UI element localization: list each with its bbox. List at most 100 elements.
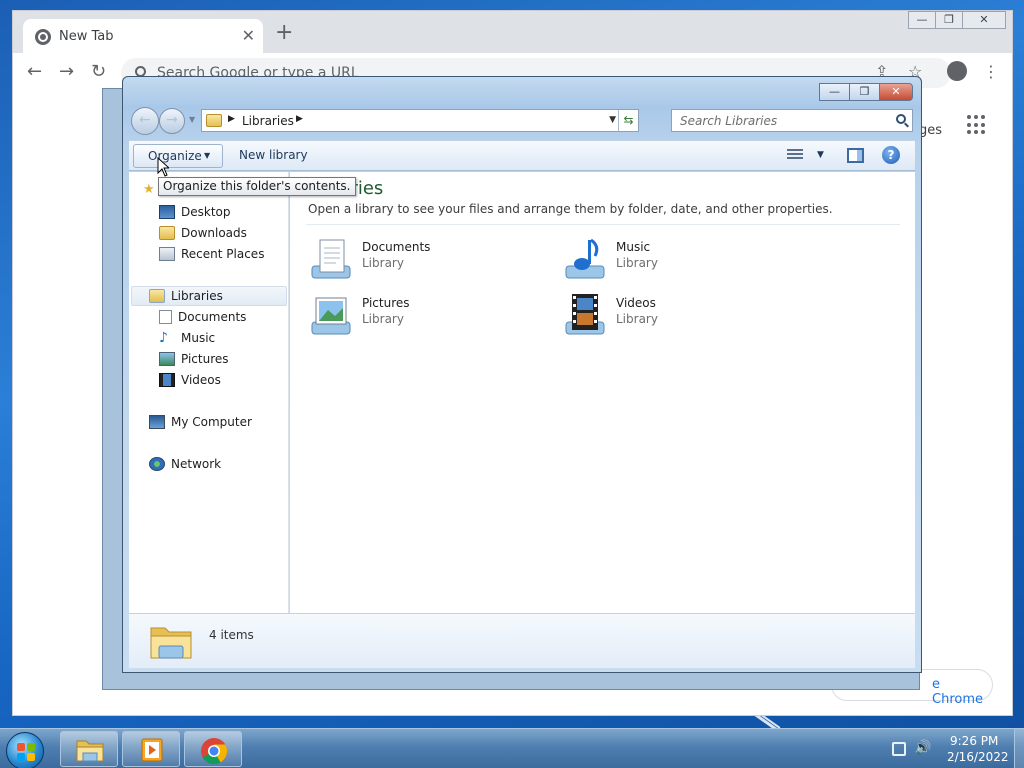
recent-places-icon <box>159 247 175 261</box>
nav-item-label: Downloads <box>181 226 247 240</box>
nav-item-desktop[interactable]: Desktop <box>159 202 231 222</box>
refresh-icon[interactable]: ⇆ <box>618 110 638 131</box>
nav-item-network[interactable]: Network <box>149 454 221 474</box>
view-options-chevron-icon[interactable]: ▼ <box>817 150 824 160</box>
pictures-icon <box>159 352 175 366</box>
search-libraries-input[interactable]: Search Libraries <box>671 109 913 132</box>
explorer-maximize-button[interactable]: ❐ <box>849 83 880 101</box>
forward-icon[interactable]: → <box>59 61 74 82</box>
libraries-folder-icon <box>206 114 222 127</box>
tab-title: New Tab <box>59 29 114 44</box>
nav-item-my-computer[interactable]: My Computer <box>149 412 252 432</box>
library-item-documents[interactable]: Documents Library <box>308 234 548 284</box>
taskbar-media-player[interactable] <box>122 731 180 767</box>
nav-item-downloads[interactable]: Downloads <box>159 223 247 243</box>
library-name: Pictures <box>362 296 410 310</box>
nav-item-videos[interactable]: Videos <box>159 370 221 390</box>
desktop-icon <box>159 205 175 219</box>
address-dropdown-icon[interactable]: ▼ <box>609 115 616 125</box>
library-type: Library <box>362 312 404 326</box>
media-player-icon <box>138 737 166 763</box>
music-icon: ♪ <box>159 330 168 346</box>
customize-chrome-label: e Chrome <box>932 677 983 707</box>
library-item-videos[interactable]: Videos Library <box>562 290 802 340</box>
nav-item-documents[interactable]: Documents <box>159 307 246 327</box>
library-description: Open a library to see your files and arr… <box>308 202 833 216</box>
search-icon[interactable] <box>896 114 906 124</box>
library-type: Library <box>362 256 404 270</box>
library-name: Videos <box>616 296 656 310</box>
explorer-window: — ❐ ✕ ▼ ▶ Libraries ▶ ▼ ⇆ Search Librari… <box>122 76 922 673</box>
chrome-close-button[interactable]: ✕ <box>962 11 1006 29</box>
show-desktop-button[interactable] <box>1014 729 1024 768</box>
volume-icon[interactable]: 🔊 <box>914 740 931 756</box>
documents-library-icon <box>308 236 354 282</box>
preview-pane-icon[interactable] <box>847 148 864 163</box>
taskbar-windows-explorer[interactable] <box>60 731 118 767</box>
taskbar: 🔊 9:26 PM 2/16/2022 <box>0 728 1024 768</box>
breadcrumb-separator-icon[interactable]: ▶ <box>228 114 235 124</box>
chrome-favicon-icon <box>35 29 51 45</box>
documents-icon <box>159 310 172 324</box>
nav-item-recent-places[interactable]: Recent Places <box>159 244 264 264</box>
breadcrumb-separator-icon[interactable]: ▶ <box>296 114 303 124</box>
images-link[interactable]: ges <box>919 123 942 138</box>
navigation-pane: ★ Desktop Downloads Recent Places Librar… <box>129 172 289 613</box>
command-bar: Organize ▼ New library ▼ ? <box>129 140 915 171</box>
chrome-restore-button[interactable]: ❐ <box>935 11 963 29</box>
back-icon[interactable]: ← <box>27 61 42 82</box>
library-item-music[interactable]: Music Library <box>562 234 802 284</box>
chrome-window-controls: — ❐ ✕ <box>908 11 1006 29</box>
recent-pages-chevron-icon[interactable]: ▼ <box>189 115 195 124</box>
nav-item-label: Pictures <box>181 352 229 366</box>
nav-item-label: Documents <box>178 310 247 324</box>
nav-item-libraries[interactable]: Libraries <box>149 286 223 306</box>
new-library-button[interactable]: New library <box>239 148 308 162</box>
network-status-icon[interactable] <box>892 742 906 756</box>
library-type: Library <box>616 312 658 326</box>
chevron-down-icon: ▼ <box>204 151 211 160</box>
favorites-star-icon[interactable]: ★ <box>143 182 155 197</box>
chrome-menu-icon[interactable]: ⋮ <box>983 62 999 81</box>
address-bar[interactable]: ▶ Libraries ▶ ▼ ⇆ <box>201 109 639 132</box>
taskbar-google-chrome[interactable] <box>184 731 242 767</box>
music-library-icon <box>562 236 608 282</box>
back-button[interactable] <box>131 107 159 135</box>
breadcrumb-libraries[interactable]: Libraries <box>242 114 294 128</box>
details-pane: 4 items <box>129 613 915 668</box>
google-apps-icon[interactable] <box>967 115 987 135</box>
nav-item-label: Videos <box>181 373 221 387</box>
organize-tooltip: Organize this folder's contents. <box>158 177 356 196</box>
library-type: Library <box>616 256 658 270</box>
videos-icon <box>159 373 175 387</box>
new-tab-button[interactable]: + <box>275 22 293 44</box>
tab-close-icon[interactable]: ✕ <box>242 26 255 45</box>
nav-item-music[interactable]: ♪ Music <box>159 328 215 348</box>
explorer-minimize-button[interactable]: — <box>819 83 850 101</box>
library-item-pictures[interactable]: Pictures Library <box>308 290 548 340</box>
explorer-close-button[interactable]: ✕ <box>879 83 913 101</box>
profile-avatar-icon[interactable] <box>947 61 967 81</box>
explorer-window-controls: — ❐ ✕ <box>819 83 913 101</box>
network-icon <box>149 457 165 471</box>
nav-item-label: Libraries <box>171 289 223 303</box>
start-button[interactable] <box>6 732 44 768</box>
windows-logo-icon <box>17 743 35 761</box>
item-count: 4 items <box>209 628 254 642</box>
windows-explorer-icon <box>76 737 104 763</box>
change-view-icon[interactable] <box>787 149 803 163</box>
tab-new-tab[interactable]: New Tab ✕ <box>23 19 263 53</box>
nav-item-pictures[interactable]: Pictures <box>159 349 229 369</box>
reload-icon[interactable]: ↻ <box>91 61 106 82</box>
clock-time[interactable]: 9:26 PM <box>950 734 998 748</box>
pictures-library-icon <box>308 292 354 338</box>
divider <box>306 224 900 225</box>
nav-item-label: Recent Places <box>181 247 265 261</box>
google-chrome-icon <box>200 737 228 765</box>
forward-button[interactable] <box>159 108 185 134</box>
organize-button[interactable]: Organize ▼ <box>133 144 223 168</box>
clock-date[interactable]: 2/16/2022 <box>947 750 1009 764</box>
chrome-minimize-button[interactable]: — <box>908 11 936 29</box>
libraries-large-icon <box>149 620 193 662</box>
help-icon[interactable]: ? <box>882 146 900 164</box>
